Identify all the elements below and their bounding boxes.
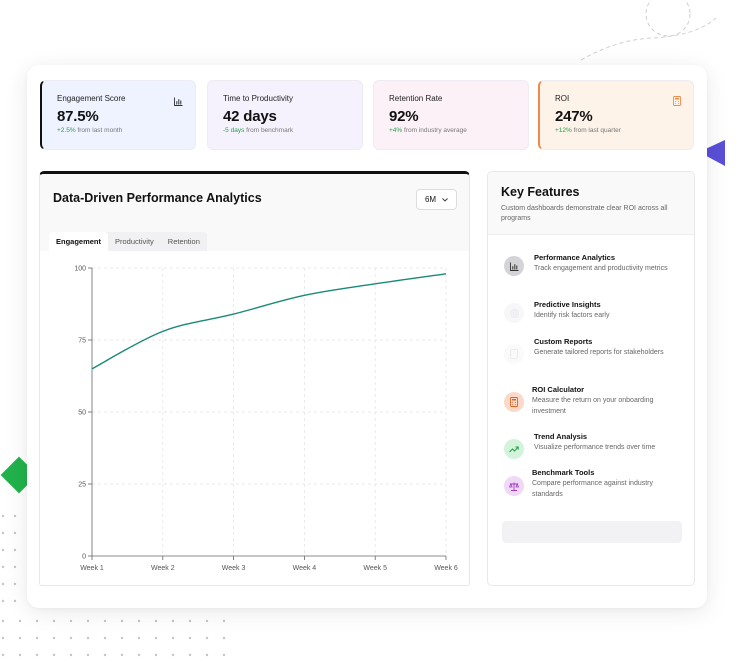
stat-title: Retention Rate (389, 94, 443, 103)
stat-delta: -5 days (223, 127, 245, 134)
key-features-panel: Key Features Custom dashboards demonstra… (487, 171, 695, 586)
y-tick-label: 0 (82, 554, 86, 561)
bar-chart-icon (504, 256, 524, 276)
x-tick-label: Week 3 (222, 565, 246, 572)
target-icon (504, 303, 524, 323)
feature-text: Generate tailored reports for stakeholde… (534, 349, 664, 356)
stat-subtext: +12% from last quarter (555, 127, 679, 134)
analytics-title: Data-Driven Performance Analytics (53, 191, 262, 205)
stat-subtext: +2.5% from last month (57, 127, 181, 134)
y-tick-label: 75 (78, 338, 86, 345)
stat-card-time-to-productivity[interactable]: Time to Productivity 42 days -5 days fro… (207, 80, 363, 150)
stat-sub-label: from last month (77, 127, 123, 134)
stat-value: 92% (389, 108, 419, 125)
feature-text: Identify risk factors early (534, 312, 610, 319)
dot-grid-decoration (1, 514, 17, 603)
feature-name: Performance Analytics (534, 253, 616, 262)
dot-row-decoration (1, 619, 226, 657)
y-tick-label: 25 (78, 482, 86, 489)
dashboard-card: Engagement Score 87.5% +2.5% from last m… (27, 65, 707, 608)
x-tick-label: Week 4 (293, 565, 317, 572)
series-line-engagement (91, 273, 447, 370)
calculator-icon (673, 93, 681, 111)
stat-card-engagement[interactable]: Engagement Score 87.5% +2.5% from last m… (40, 80, 196, 150)
trending-up-icon (504, 439, 524, 459)
stat-delta: +12% (555, 127, 572, 134)
scale-icon (504, 476, 524, 496)
feature-name: Benchmark Tools (532, 468, 595, 477)
stat-delta: +2.5% (57, 127, 76, 134)
stat-value: 42 days (223, 108, 277, 125)
stat-card-roi[interactable]: ROI 247% +12% from last quarter (538, 80, 694, 150)
range-select[interactable]: 6M (416, 189, 457, 210)
dashed-arc-decoration (580, 0, 717, 61)
bar-chart-icon (174, 93, 183, 111)
stat-subtext: +4% from industry average (389, 127, 514, 134)
x-tick-label: Week 6 (434, 565, 458, 572)
feature-name: Trend Analysis (534, 432, 588, 441)
chart-tabs: Engagement Productivity Retention (49, 232, 207, 251)
tab-productivity[interactable]: Productivity (108, 232, 161, 251)
feature-text: Measure the return on your onboarding in… (532, 397, 654, 415)
features-title: Key Features (501, 185, 580, 199)
stat-title: Time to Productivity (223, 94, 293, 103)
stat-title: Engagement Score (57, 94, 126, 103)
stat-sub-label: from industry average (404, 127, 467, 134)
feature-name: Predictive Insights (534, 300, 601, 309)
feature-name: Custom Reports (534, 337, 593, 346)
x-tick-label: Week 2 (151, 565, 175, 572)
features-cta-button[interactable] (502, 521, 682, 543)
feature-name: ROI Calculator (532, 385, 585, 394)
feature-text: Visualize performance trends over time (534, 444, 656, 451)
engagement-line-chart: 0 25 50 75 100 Week 1 Week 2 Week 3 Week 4 Week 5… (74, 266, 458, 573)
x-tick-label: Week 5 (363, 565, 387, 572)
analytics-panel: Data-Driven Performance Analytics 6M Eng… (39, 171, 470, 586)
document-icon (504, 344, 524, 364)
calculator-icon (504, 392, 524, 412)
stat-value: 87.5% (57, 108, 99, 125)
features-header: Key Features Custom dashboards demonstra… (488, 172, 694, 235)
tab-engagement[interactable]: Engagement (49, 232, 109, 251)
feature-text: Track engagement and productivity metric… (534, 265, 668, 272)
range-value: 6M (424, 195, 437, 204)
y-tick-label: 50 (78, 410, 86, 417)
y-tick-label: 100 (74, 266, 86, 273)
stat-delta: +4% (389, 127, 403, 134)
stat-sub-label: from benchmark (246, 127, 294, 134)
tab-retention[interactable]: Retention (161, 232, 207, 251)
stat-value: 247% (555, 108, 593, 125)
stat-card-retention-rate[interactable]: Retention Rate 92% +4% from industry ave… (373, 80, 529, 150)
chevron-down-icon (442, 197, 448, 202)
features-description: Custom dashboards demonstrate clear ROI … (501, 205, 668, 223)
x-tick-label: Week 1 (80, 565, 104, 572)
feature-text: Compare performance against industry sta… (532, 480, 654, 498)
stat-subtext: -5 days from benchmark (223, 127, 348, 134)
stat-title: ROI (555, 94, 570, 103)
stat-sub-label: from last quarter (573, 127, 621, 134)
